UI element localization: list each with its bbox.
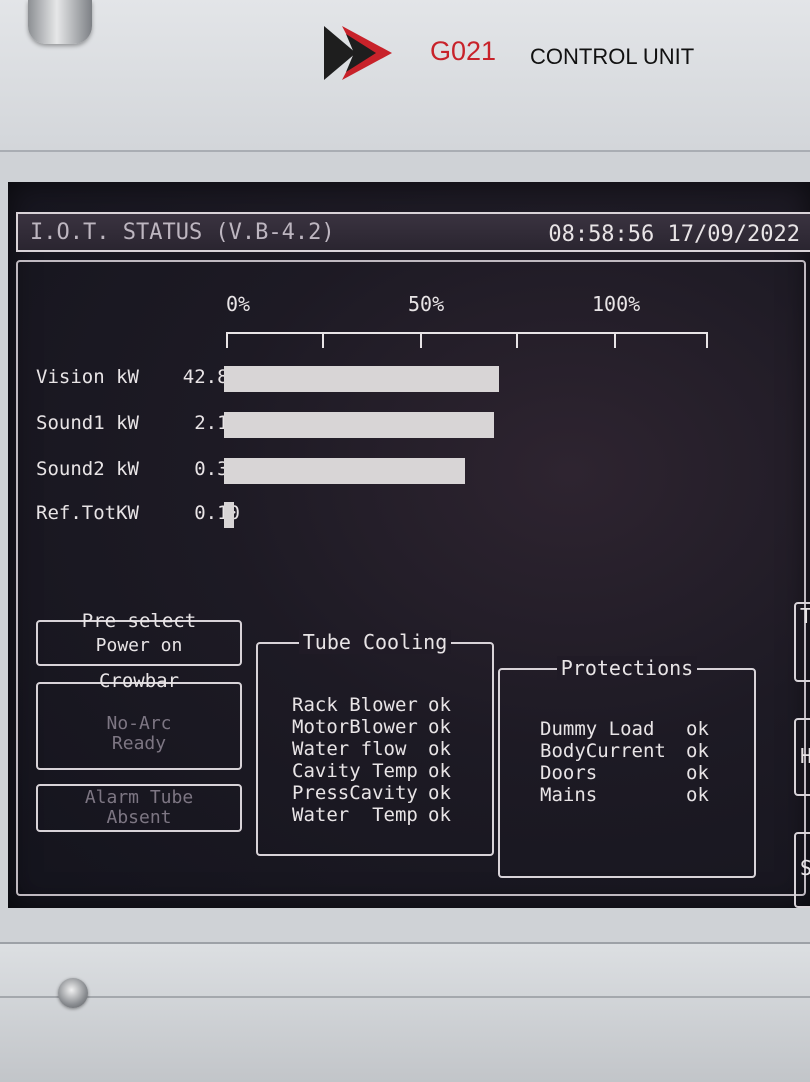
thumb-screw-icon (28, 0, 92, 44)
preselect-title: Pre select (81, 610, 197, 632)
crowbar-title: Crowbar (98, 670, 180, 692)
tube-cooling-title: Tube Cooling (298, 630, 452, 654)
crowbar-line1: No-Arc (106, 713, 172, 734)
crowbar-line2: Ready (111, 733, 167, 754)
meter-label: Vision kW (36, 366, 139, 388)
status-label: Dummy Load (540, 718, 655, 740)
scale-axis (226, 332, 708, 334)
status-value: ok (428, 782, 451, 804)
scale-tick (226, 332, 228, 348)
meter-bar (224, 458, 465, 484)
status-value: ok (428, 694, 451, 716)
scale-label-100: 100% (592, 292, 641, 316)
control-unit-header: G021 CONTROL UNIT (0, 0, 810, 152)
meter-bar (224, 502, 234, 528)
status-row: Mains ok (540, 784, 709, 806)
scale-label-50: 50% (408, 292, 445, 316)
scale-tick (614, 332, 616, 348)
title-bar: I.O.T. STATUS (V.B-4.2) 08:58:56 17/09/2… (16, 212, 810, 252)
alarm-line2: Absent (106, 807, 172, 828)
preselect-label: Power on (95, 635, 183, 656)
side-key-label: SE (800, 856, 810, 880)
status-label: Cavity Temp (292, 760, 418, 782)
status-value: ok (686, 762, 709, 784)
side-key-tu[interactable]: TU (794, 602, 810, 682)
status-row: Dummy Load ok (540, 718, 709, 740)
side-key-hi[interactable]: HI (794, 718, 810, 796)
status-row: Water flow ok (292, 738, 451, 760)
alarm-line1: Alarm Tube (84, 787, 194, 808)
status-value: ok (686, 718, 709, 740)
side-key-label: TU (800, 604, 810, 628)
status-label: BodyCurrent (540, 740, 666, 762)
status-row: PressCavity ok (292, 782, 451, 804)
meter-label: Sound2 kW (36, 458, 139, 480)
status-value: ok (428, 760, 451, 782)
unit-name: CONTROL UNIT (530, 44, 695, 69)
scale-tick (516, 332, 518, 348)
scale-tick (322, 332, 324, 348)
side-key-label: HI (800, 744, 810, 768)
side-key-se[interactable]: SE (794, 832, 810, 908)
crowbar-state: No-Arc Ready (38, 714, 240, 754)
meter-bar (224, 412, 494, 438)
panel-screw-icon (58, 978, 88, 1008)
brand-arrow-logo-icon (324, 26, 392, 80)
crowbar-status-box[interactable]: Crowbar No-Arc Ready (36, 670, 242, 770)
tube-cooling-title-wrap: Tube Cooling (258, 630, 492, 654)
status-value: ok (686, 740, 709, 762)
status-label: Water flow (292, 738, 407, 760)
status-label: MotorBlower (292, 716, 418, 738)
rail-divider (0, 996, 810, 998)
lcd-screen: I.O.T. STATUS (V.B-4.2) 08:58:56 17/09/2… (8, 182, 810, 908)
meter-label: Sound1 kW (36, 412, 139, 434)
protections-group: Protections Dummy Load ok BodyCurrent ok D… (498, 656, 756, 878)
power-scale: 0% 50% 100% (226, 292, 716, 352)
protections-title-wrap: Protections (500, 656, 754, 680)
meter-bar (224, 366, 499, 392)
scale-tick (420, 332, 422, 348)
status-label: Rack Blower (292, 694, 418, 716)
status-label: Water Temp (292, 804, 418, 826)
unit-code: G021 (430, 36, 497, 66)
status-value: ok (428, 716, 451, 738)
status-row: MotorBlower ok (292, 716, 451, 738)
status-value: ok (428, 804, 451, 826)
status-row: Doors ok (540, 762, 709, 784)
panel-bottom-rail (0, 942, 810, 1082)
status-row: Water Temp ok (292, 804, 451, 826)
status-label: Mains (540, 784, 598, 806)
status-label: PressCavity (292, 782, 418, 804)
alarm-tube-box[interactable]: Alarm Tube Absent (36, 784, 242, 832)
scale-label-0: 0% (226, 292, 251, 316)
preselect-power-on-button[interactable]: Pre select Power on (36, 610, 242, 666)
tube-cooling-group: Tube Cooling Rack Blower ok MotorBlower ok… (256, 630, 494, 856)
screen-title: I.O.T. STATUS (V.B-4.2) (30, 220, 335, 245)
status-value: ok (686, 784, 709, 806)
datetime: 08:58:56 17/09/2022 (548, 222, 800, 247)
meter-label: Ref.TotKW (36, 502, 139, 524)
status-row: Cavity Temp ok (292, 760, 451, 782)
status-label: Doors (540, 762, 598, 784)
scale-tick (706, 332, 708, 348)
status-value: ok (428, 738, 451, 760)
status-row: Rack Blower ok (292, 694, 451, 716)
protections-title: Protections (556, 656, 698, 680)
status-row: BodyCurrent ok (540, 740, 709, 762)
